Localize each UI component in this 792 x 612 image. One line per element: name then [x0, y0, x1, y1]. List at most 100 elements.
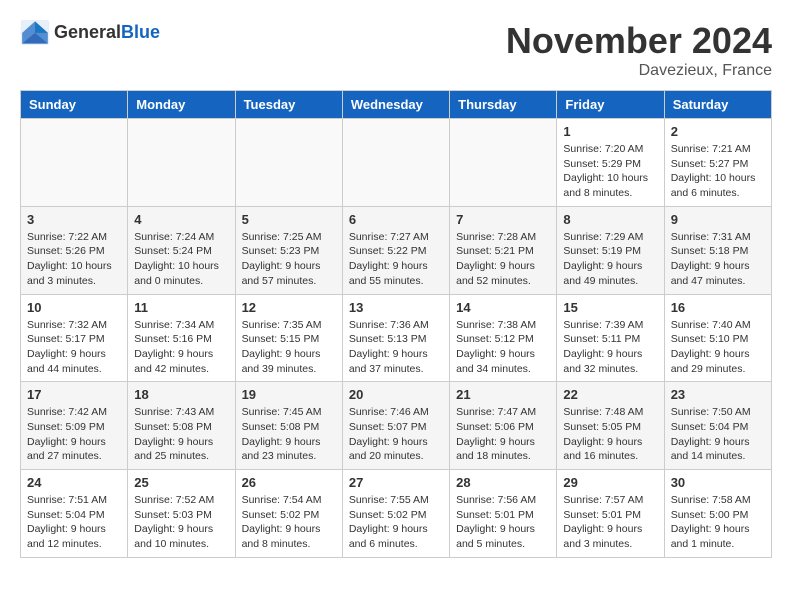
day-info: Sunrise: 7:27 AM Sunset: 5:22 PM Dayligh…: [349, 230, 443, 289]
day-number: 2: [671, 124, 765, 139]
calendar-table: SundayMondayTuesdayWednesdayThursdayFrid…: [20, 90, 772, 558]
title-area: November 2024 Davezieux, France: [506, 20, 772, 80]
calendar-day-cell: 6 Sunrise: 7:27 AM Sunset: 5:22 PM Daylig…: [342, 206, 449, 294]
day-info: Sunrise: 7:35 AM Sunset: 5:15 PM Dayligh…: [242, 318, 336, 377]
day-number: 4: [134, 212, 228, 227]
calendar-day-cell: 18 Sunrise: 7:43 AM Sunset: 5:08 PM Dayli…: [128, 382, 235, 470]
calendar-day-cell: 9 Sunrise: 7:31 AM Sunset: 5:18 PM Daylig…: [664, 206, 771, 294]
calendar-day-cell: 4 Sunrise: 7:24 AM Sunset: 5:24 PM Daylig…: [128, 206, 235, 294]
calendar-day-cell: 12 Sunrise: 7:35 AM Sunset: 5:15 PM Dayli…: [235, 294, 342, 382]
calendar-day-cell: 8 Sunrise: 7:29 AM Sunset: 5:19 PM Daylig…: [557, 206, 664, 294]
calendar-day-cell: 28Sunrise: 7:56 AM Sunset: 5:01 PM Dayli…: [450, 470, 557, 558]
weekday-header-row: SundayMondayTuesdayWednesdayThursdayFrid…: [21, 91, 772, 119]
day-number: 5: [242, 212, 336, 227]
calendar-day-cell: [21, 119, 128, 207]
day-number: 22: [563, 387, 657, 402]
day-info: Sunrise: 7:22 AM Sunset: 5:26 PM Dayligh…: [27, 230, 121, 289]
day-number: 11: [134, 300, 228, 315]
weekday-header-cell: Sunday: [21, 91, 128, 119]
logo-icon: [20, 20, 50, 45]
calendar-day-cell: [450, 119, 557, 207]
day-number: 18: [134, 387, 228, 402]
calendar-day-cell: 21 Sunrise: 7:47 AM Sunset: 5:06 PM Dayli…: [450, 382, 557, 470]
day-info: Sunrise: 7:55 AM Sunset: 5:02 PM Dayligh…: [349, 493, 443, 552]
calendar-day-cell: 20 Sunrise: 7:46 AM Sunset: 5:07 PM Dayli…: [342, 382, 449, 470]
day-number: 26: [242, 475, 336, 490]
calendar-day-cell: 26 Sunrise: 7:54 AM Sunset: 5:02 PM Dayli…: [235, 470, 342, 558]
calendar-week-row: 3 Sunrise: 7:22 AM Sunset: 5:26 PM Daylig…: [21, 206, 772, 294]
day-info: Sunrise: 7:31 AM Sunset: 5:18 PM Dayligh…: [671, 230, 765, 289]
logo-blue-text: Blue: [121, 22, 160, 42]
calendar-day-cell: 15 Sunrise: 7:39 AM Sunset: 5:11 PM Dayli…: [557, 294, 664, 382]
day-info: Sunrise: 7:36 AM Sunset: 5:13 PM Dayligh…: [349, 318, 443, 377]
calendar-day-cell: 22Sunrise: 7:48 AM Sunset: 5:05 PM Dayli…: [557, 382, 664, 470]
day-number: 13: [349, 300, 443, 315]
calendar-day-cell: 24 Sunrise: 7:51 AM Sunset: 5:04 PM Dayli…: [21, 470, 128, 558]
day-info: Sunrise: 7:54 AM Sunset: 5:02 PM Dayligh…: [242, 493, 336, 552]
day-info: Sunrise: 7:57 AM Sunset: 5:01 PM Dayligh…: [563, 493, 657, 552]
day-number: 12: [242, 300, 336, 315]
calendar-week-row: 10Sunrise: 7:32 AM Sunset: 5:17 PM Dayli…: [21, 294, 772, 382]
calendar-day-cell: 11Sunrise: 7:34 AM Sunset: 5:16 PM Dayli…: [128, 294, 235, 382]
day-info: Sunrise: 7:43 AM Sunset: 5:08 PM Dayligh…: [134, 405, 228, 464]
day-number: 6: [349, 212, 443, 227]
day-number: 15: [563, 300, 657, 315]
day-number: 30: [671, 475, 765, 490]
calendar-day-cell: [235, 119, 342, 207]
calendar-day-cell: 27 Sunrise: 7:55 AM Sunset: 5:02 PM Dayli…: [342, 470, 449, 558]
day-info: Sunrise: 7:25 AM Sunset: 5:23 PM Dayligh…: [242, 230, 336, 289]
weekday-header-cell: Monday: [128, 91, 235, 119]
day-number: 28: [456, 475, 550, 490]
weekday-header-cell: Tuesday: [235, 91, 342, 119]
calendar-day-cell: 3 Sunrise: 7:22 AM Sunset: 5:26 PM Daylig…: [21, 206, 128, 294]
calendar-day-cell: [342, 119, 449, 207]
calendar-day-cell: 23 Sunrise: 7:50 AM Sunset: 5:04 PM Dayli…: [664, 382, 771, 470]
calendar-day-cell: 5 Sunrise: 7:25 AM Sunset: 5:23 PM Daylig…: [235, 206, 342, 294]
day-info: Sunrise: 7:51 AM Sunset: 5:04 PM Dayligh…: [27, 493, 121, 552]
calendar-day-cell: [128, 119, 235, 207]
day-number: 29: [563, 475, 657, 490]
calendar-day-cell: 19Sunrise: 7:45 AM Sunset: 5:08 PM Dayli…: [235, 382, 342, 470]
day-info: Sunrise: 7:28 AM Sunset: 5:21 PM Dayligh…: [456, 230, 550, 289]
day-number: 20: [349, 387, 443, 402]
page-header: GeneralBlue November 2024 Davezieux, Fra…: [20, 20, 772, 80]
day-info: Sunrise: 7:21 AM Sunset: 5:27 PM Dayligh…: [671, 142, 765, 201]
calendar-day-cell: 29 Sunrise: 7:57 AM Sunset: 5:01 PM Dayli…: [557, 470, 664, 558]
calendar-day-cell: 25Sunrise: 7:52 AM Sunset: 5:03 PM Dayli…: [128, 470, 235, 558]
day-info: Sunrise: 7:58 AM Sunset: 5:00 PM Dayligh…: [671, 493, 765, 552]
day-number: 27: [349, 475, 443, 490]
day-number: 17: [27, 387, 121, 402]
weekday-header-cell: Saturday: [664, 91, 771, 119]
day-info: Sunrise: 7:52 AM Sunset: 5:03 PM Dayligh…: [134, 493, 228, 552]
logo-general-text: General: [54, 22, 121, 42]
day-info: Sunrise: 7:20 AM Sunset: 5:29 PM Dayligh…: [563, 142, 657, 201]
day-number: 8: [563, 212, 657, 227]
calendar-day-cell: 7 Sunrise: 7:28 AM Sunset: 5:21 PM Daylig…: [450, 206, 557, 294]
day-number: 9: [671, 212, 765, 227]
day-info: Sunrise: 7:47 AM Sunset: 5:06 PM Dayligh…: [456, 405, 550, 464]
calendar-day-cell: 16Sunrise: 7:40 AM Sunset: 5:10 PM Dayli…: [664, 294, 771, 382]
calendar-body: 1 Sunrise: 7:20 AM Sunset: 5:29 PM Daylig…: [21, 119, 772, 558]
day-number: 21: [456, 387, 550, 402]
day-number: 3: [27, 212, 121, 227]
day-info: Sunrise: 7:24 AM Sunset: 5:24 PM Dayligh…: [134, 230, 228, 289]
day-info: Sunrise: 7:46 AM Sunset: 5:07 PM Dayligh…: [349, 405, 443, 464]
calendar-week-row: 17 Sunrise: 7:42 AM Sunset: 5:09 PM Dayli…: [21, 382, 772, 470]
day-info: Sunrise: 7:50 AM Sunset: 5:04 PM Dayligh…: [671, 405, 765, 464]
day-info: Sunrise: 7:29 AM Sunset: 5:19 PM Dayligh…: [563, 230, 657, 289]
day-number: 16: [671, 300, 765, 315]
calendar-day-cell: 14Sunrise: 7:38 AM Sunset: 5:12 PM Dayli…: [450, 294, 557, 382]
calendar-day-cell: 2 Sunrise: 7:21 AM Sunset: 5:27 PM Daylig…: [664, 119, 771, 207]
weekday-header-cell: Wednesday: [342, 91, 449, 119]
calendar-day-cell: 10Sunrise: 7:32 AM Sunset: 5:17 PM Dayli…: [21, 294, 128, 382]
day-number: 1: [563, 124, 657, 139]
calendar-week-row: 24 Sunrise: 7:51 AM Sunset: 5:04 PM Dayli…: [21, 470, 772, 558]
day-number: 23: [671, 387, 765, 402]
weekday-header-cell: Thursday: [450, 91, 557, 119]
weekday-header-cell: Friday: [557, 91, 664, 119]
day-info: Sunrise: 7:42 AM Sunset: 5:09 PM Dayligh…: [27, 405, 121, 464]
day-number: 7: [456, 212, 550, 227]
day-number: 10: [27, 300, 121, 315]
day-number: 24: [27, 475, 121, 490]
day-info: Sunrise: 7:39 AM Sunset: 5:11 PM Dayligh…: [563, 318, 657, 377]
